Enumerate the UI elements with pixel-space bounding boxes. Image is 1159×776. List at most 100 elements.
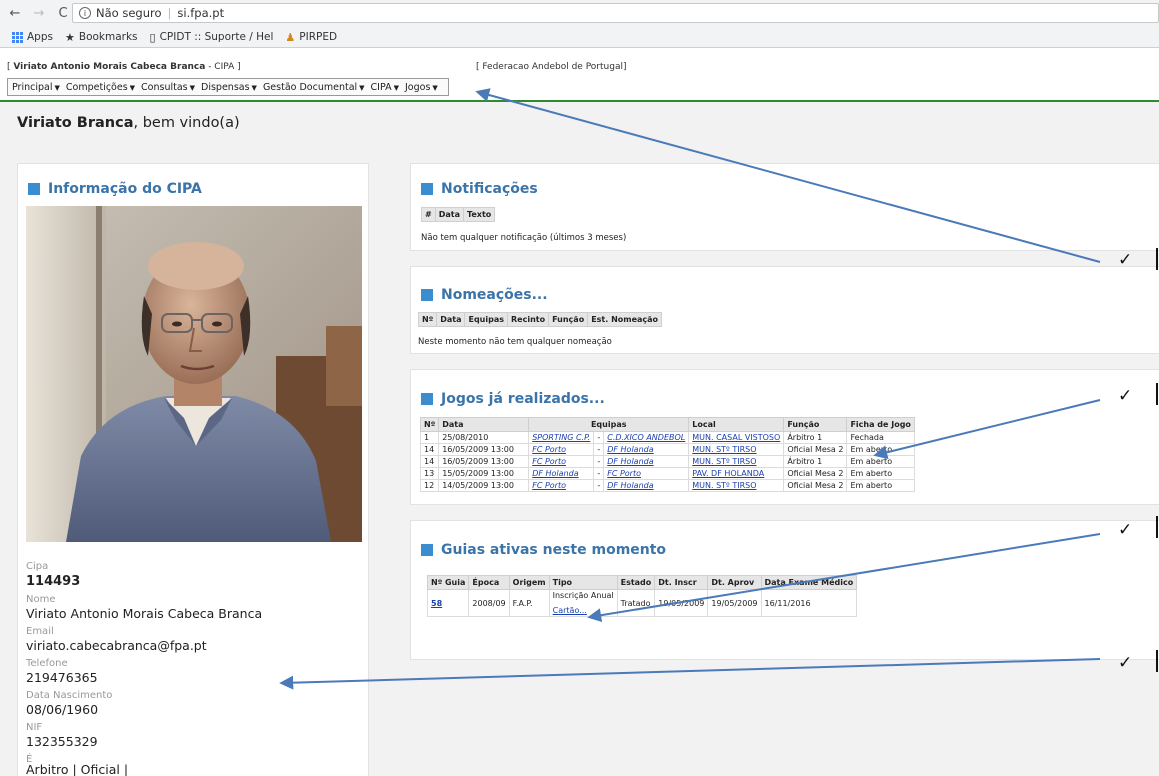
cell-local: MUN. STº TIRSO (688, 479, 785, 492)
cell-ficha: Em aberto (846, 443, 915, 456)
column-header: Recinto (506, 312, 550, 327)
away-team-link[interactable]: DF Holanda (607, 445, 653, 454)
menu-jogos[interactable]: Jogos ▼ (405, 82, 438, 93)
column-header: Tipo (548, 575, 618, 590)
cell-away: DF Holanda (603, 455, 690, 468)
bookmark-label: Bookmarks (78, 31, 138, 43)
panel-title: Nomeações... (421, 287, 548, 303)
address-row: ← → C i Não seguro | si.fpa.pt (0, 0, 1159, 26)
cell-ficha: Em aberto (846, 467, 915, 480)
table-header-row: Nº Data Equipas Recinto Função Est. Nome… (417, 312, 663, 327)
address-bar[interactable]: i Não seguro | si.fpa.pt (72, 3, 1159, 23)
menu-label: Gestão Documental (262, 81, 358, 93)
cell-funcao: Oficial Mesa 2 (783, 443, 848, 456)
local-link[interactable]: MUN. STº TIRSO (692, 457, 756, 466)
field-value-nif: 132355329 (26, 734, 98, 749)
bookmark-pirped[interactable]: ♟ PIRPED (285, 31, 337, 44)
notificacoes-panel: Notificações # Data Texto Não tem qualqu… (410, 163, 1159, 251)
menu-consultas[interactable]: Consultas ▼ (141, 82, 195, 93)
cell-numero: 12 (419, 479, 440, 492)
menu-competicoes[interactable]: Competições ▼ (66, 82, 135, 93)
security-label: Não seguro (96, 6, 162, 20)
home-team-link[interactable]: FC Porto (532, 445, 566, 454)
bookmark-apps[interactable]: Apps (12, 31, 53, 43)
cell-funcao: Oficial Mesa 2 (783, 467, 848, 480)
field-label-cipa: Cipa (26, 561, 49, 572)
local-link[interactable]: MUN. STº TIRSO (692, 445, 756, 454)
home-team-link[interactable]: FC Porto (532, 457, 566, 466)
guias-table: Nº Guia Época Origem Tipo Estado Dt. Ins… (426, 575, 858, 617)
back-icon[interactable]: ← (6, 4, 24, 22)
star-icon: ★ (64, 30, 75, 44)
menu-label: Jogos (405, 81, 431, 93)
menu-gestao-documental[interactable]: Gestão Documental ▼ (263, 82, 365, 93)
local-link[interactable]: MUN. CASAL VISTOSO (692, 433, 780, 442)
cell-data: 14/05/2009 13:00 (438, 479, 530, 492)
cell-ficha: Fechada (846, 431, 915, 444)
panel-title-text: Nomeações... (441, 287, 548, 303)
cipa-info-panel: Informação do CIPA Cipa 114493 Nome Viri… (17, 163, 369, 776)
menu-principal[interactable]: Principal ▼ (12, 82, 60, 93)
guia-link[interactable]: 58 (431, 599, 442, 608)
bookmark-cpidt[interactable]: ▯ CPIDT :: Suporte / Hel (150, 31, 274, 44)
column-header: Data (434, 207, 464, 222)
cell-home: FC Porto (528, 455, 595, 468)
cell-away: DF Holanda (603, 443, 690, 456)
panel-title: Jogos já realizados... (421, 391, 605, 407)
column-header: Data (436, 312, 466, 327)
away-team-link[interactable]: FC Porto (607, 469, 641, 478)
profile-photo (26, 206, 362, 542)
field-label-telefone: Telefone (26, 658, 68, 669)
table-header-row: # Data Texto (421, 207, 496, 222)
cell-dash: - (593, 467, 605, 480)
chevron-down-icon: ▼ (393, 83, 399, 92)
local-link[interactable]: MUN. STº TIRSO (692, 481, 756, 490)
forward-icon[interactable]: → (30, 4, 48, 22)
table-header-row: Nº Guia Época Origem Tipo Estado Dt. Ins… (426, 575, 858, 590)
local-link[interactable]: PAV. DF HOLANDA (692, 469, 764, 478)
url-text[interactable]: si.fpa.pt (177, 6, 224, 20)
field-label-email: Email (26, 626, 54, 637)
profile-photo-image (26, 206, 362, 542)
cell-home: FC Porto (528, 443, 595, 456)
field-value-telefone: 219476365 (26, 670, 98, 685)
cell-epoca: 2008/09 (468, 589, 510, 617)
welcome-message: Viriato Branca, bem vindo(a) (17, 115, 240, 131)
away-team-link[interactable]: DF Holanda (607, 457, 653, 466)
reload-icon[interactable]: C (54, 4, 72, 22)
nomeacoes-panel: Nomeações... Nº Data Equipas Recinto Fun… (410, 266, 1159, 354)
panel-title-text: Jogos já realizados... (441, 391, 605, 407)
home-team-link[interactable]: DF Holanda (532, 469, 578, 478)
cell-data: 25/08/2010 (438, 431, 530, 444)
cell-data: 16/05/2009 13:00 (438, 443, 530, 456)
table-row: 13 15/05/2009 13:00 DF Holanda - FC Port… (419, 467, 915, 480)
home-team-link[interactable]: FC Porto (532, 481, 566, 490)
cell-ficha: Em aberto (846, 455, 915, 468)
column-header: Texto (462, 207, 496, 222)
notificacoes-empty-message: Não tem qualquer notificação (últimos 3 … (421, 233, 627, 243)
cartao-link[interactable]: Cartão... (553, 606, 587, 615)
page-icon: ▯ (149, 30, 156, 44)
home-team-link[interactable]: SPORTING C.P. (532, 433, 590, 442)
cell-numero: 14 (419, 443, 440, 456)
annotation-bar (1156, 516, 1158, 538)
info-icon[interactable]: i (79, 7, 91, 19)
annotation-bar (1156, 383, 1158, 405)
cell-numero: 14 (419, 455, 440, 468)
cell-exame: 16/11/2016 (760, 589, 858, 617)
table-row: 14 16/05/2009 13:00 FC Porto - DF Holand… (419, 443, 915, 456)
panel-title-text: Guias ativas neste momento (441, 542, 667, 558)
cell-local: MUN. STº TIRSO (688, 455, 785, 468)
cell-away: FC Porto (603, 467, 690, 480)
cell-away: DF Holanda (603, 479, 690, 492)
menu-dispensas[interactable]: Dispensas ▼ (201, 82, 257, 93)
away-team-link[interactable]: C.D.XICO ANDEBOL (607, 433, 685, 442)
bookmark-bookmarks[interactable]: ★ Bookmarks (65, 31, 138, 44)
column-header: Data (438, 417, 530, 432)
table-header-row: Nº Data Equipas Local Função Ficha de Jo… (419, 417, 915, 432)
away-team-link[interactable]: DF Holanda (607, 481, 653, 490)
cell-dash: - (593, 443, 605, 456)
menu-label: Dispensas (201, 81, 250, 93)
panel-title: Notificações (421, 181, 538, 197)
menu-cipa[interactable]: CIPA ▼ (371, 82, 399, 93)
